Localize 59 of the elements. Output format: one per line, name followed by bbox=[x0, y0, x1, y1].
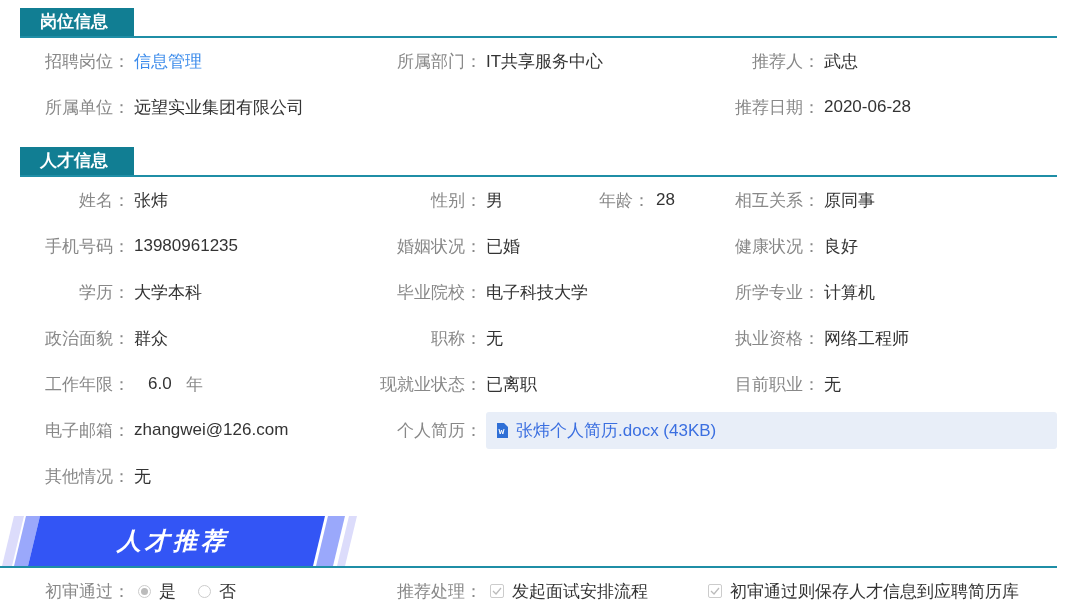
field-value: 远望实业集团有限公司 bbox=[134, 96, 304, 119]
field-value: 群众 bbox=[134, 327, 168, 350]
checkbox[interactable] bbox=[708, 584, 722, 598]
field-label: 职称： bbox=[430, 327, 482, 350]
field-label: 其他情况： bbox=[44, 465, 130, 488]
radio-option[interactable]: 否 bbox=[198, 579, 236, 603]
field-label: 年龄： bbox=[599, 189, 650, 212]
field-label: 电子邮箱： bbox=[44, 419, 130, 442]
field-value: 网络工程师 bbox=[824, 327, 909, 350]
field-value: 大学本科 bbox=[134, 281, 202, 304]
field-link[interactable]: 信息管理 bbox=[134, 49, 202, 73]
document-icon bbox=[496, 422, 508, 438]
field-label: 性别： bbox=[429, 189, 482, 212]
field-label: 所属部门： bbox=[396, 50, 482, 73]
checkbox-option[interactable]: 发起面试安排流程 bbox=[490, 579, 648, 603]
field-value: 2020-06-28 bbox=[824, 97, 911, 117]
field-value: 电子科技大学 bbox=[486, 281, 588, 304]
field-label: 推荐日期： bbox=[734, 96, 820, 119]
field-label: 相互关系： bbox=[734, 189, 820, 212]
field-value: 原同事 bbox=[824, 189, 875, 212]
field-label: 学历： bbox=[78, 281, 130, 304]
radio-option[interactable]: 是 bbox=[138, 579, 176, 603]
field-value: 无 bbox=[134, 465, 151, 488]
field-value: 28 bbox=[656, 190, 675, 210]
checkbox[interactable] bbox=[490, 584, 504, 598]
field-label: 健康状况： bbox=[734, 235, 820, 258]
field-label: 推荐人： bbox=[751, 50, 820, 73]
field-label: 政治面貌： bbox=[44, 327, 130, 350]
field-label: 个人简历： bbox=[396, 419, 482, 442]
field-value: 男 bbox=[486, 189, 503, 212]
field-label: 姓名： bbox=[78, 189, 130, 212]
field-label: 初审通过： bbox=[44, 580, 130, 603]
field-label: 推荐处理： bbox=[396, 580, 482, 603]
field-label: 招聘岗位： bbox=[44, 50, 130, 73]
unit-label: 年 bbox=[185, 373, 203, 396]
field-value: IT共享服务中心 bbox=[486, 50, 604, 73]
field-value: 良好 bbox=[824, 235, 858, 258]
field-value: zhangwei@126.com bbox=[134, 420, 289, 440]
field-value: 张炜 bbox=[134, 189, 168, 212]
field-value: 无 bbox=[486, 327, 503, 350]
field-label: 所属单位： bbox=[44, 96, 130, 119]
attachment-link[interactable]: 张炜个人简历.docx (43KB) bbox=[496, 418, 717, 442]
section-title: 人才推荐 bbox=[117, 526, 229, 556]
field-label: 毕业院校： bbox=[396, 281, 482, 304]
field-label: 目前职业： bbox=[734, 373, 820, 396]
field-value: 武忠 bbox=[824, 50, 858, 73]
field-label: 现就业状态： bbox=[379, 373, 482, 396]
field-value: 无 bbox=[824, 373, 841, 396]
field-label: 工作年限： bbox=[44, 373, 130, 396]
field-value: 6.0 bbox=[148, 374, 172, 394]
checkbox-option[interactable]: 初审通过则保存人才信息到应聘简历库 bbox=[708, 579, 1019, 603]
field-label: 婚姻状况： bbox=[396, 235, 482, 258]
field-label: 所学专业： bbox=[734, 281, 820, 304]
field-value: 已离职 bbox=[486, 373, 537, 396]
field-value: 已婚 bbox=[486, 235, 520, 258]
field-label: 执业资格： bbox=[734, 327, 820, 350]
field-value: 计算机 bbox=[824, 281, 875, 304]
field-label: 手机号码： bbox=[44, 235, 130, 258]
field-value: 13980961235 bbox=[134, 236, 238, 256]
